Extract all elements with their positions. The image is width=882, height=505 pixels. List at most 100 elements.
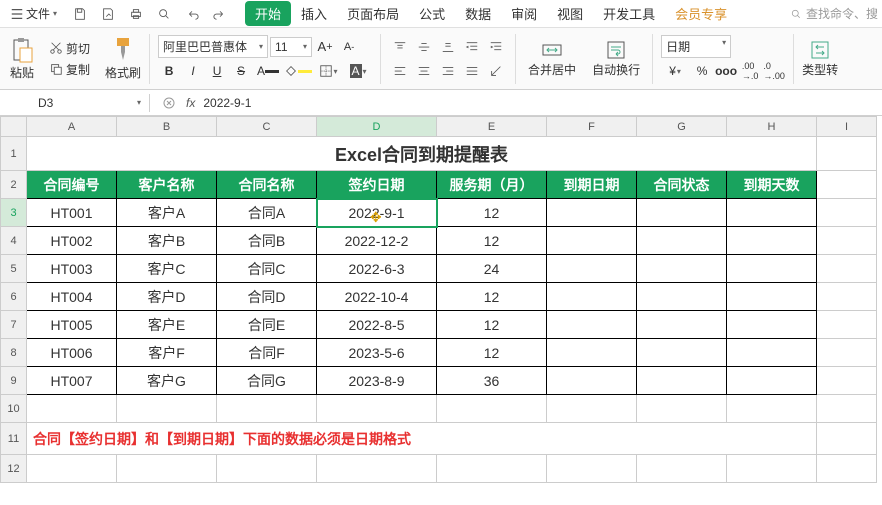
file-menu[interactable]: 文件 ▾ (4, 3, 63, 24)
search-input[interactable]: 查找命令、搜 (790, 5, 878, 22)
cell-D5[interactable]: 2022-6-3 (317, 255, 437, 283)
name-box[interactable]: D3▾ (30, 94, 150, 112)
currency-button[interactable]: ¥▾ (661, 60, 689, 82)
cell-E7[interactable]: 12 (437, 311, 547, 339)
decrease-font-icon[interactable]: A- (338, 36, 360, 58)
table-header-4[interactable]: 服务期（月） (437, 171, 547, 199)
tab-review[interactable]: 审阅 (501, 1, 547, 26)
cell-B4[interactable]: 客户B (117, 227, 217, 255)
row-header-5[interactable]: 5 (1, 255, 27, 283)
cell-H9[interactable] (727, 367, 817, 395)
fx-cancel-icon[interactable] (158, 92, 180, 114)
cell-E8[interactable]: 12 (437, 339, 547, 367)
format-painter-button[interactable]: 格式刷 (101, 34, 145, 83)
cell-E4[interactable]: 12 (437, 227, 547, 255)
tab-view[interactable]: 视图 (547, 1, 593, 26)
merge-center-button[interactable]: 合并居中 (524, 37, 580, 80)
cell-F6[interactable] (547, 283, 637, 311)
cell-D4[interactable]: 2022-12-2 (317, 227, 437, 255)
cell-G9[interactable] (637, 367, 727, 395)
copy-button[interactable]: 复制 (46, 60, 93, 79)
indent-decrease-icon[interactable] (461, 36, 483, 58)
cell-F8[interactable] (547, 339, 637, 367)
cell-C9[interactable]: 合同G (217, 367, 317, 395)
cell-B9[interactable]: 客户G (117, 367, 217, 395)
highlight-button[interactable]: A▾ (344, 60, 372, 82)
cell-A7[interactable]: HT005 (27, 311, 117, 339)
font-color-button[interactable]: A (254, 60, 282, 82)
cell-B6[interactable]: 客户D (117, 283, 217, 311)
cell-F5[interactable] (547, 255, 637, 283)
cell-A8[interactable]: HT006 (27, 339, 117, 367)
underline-button[interactable]: U (206, 60, 228, 82)
italic-button[interactable]: I (182, 60, 204, 82)
cell-H6[interactable] (727, 283, 817, 311)
type-convert-button[interactable]: 类型转 (798, 37, 842, 80)
align-top-icon[interactable] (389, 36, 411, 58)
cell-G3[interactable] (637, 199, 727, 227)
cell-C6[interactable]: 合同D (217, 283, 317, 311)
cell-H4[interactable] (727, 227, 817, 255)
cell-F7[interactable] (547, 311, 637, 339)
cell-D8[interactable]: 2023-5-6 (317, 339, 437, 367)
increase-font-icon[interactable]: A+ (314, 36, 336, 58)
cell-A9[interactable]: HT007 (27, 367, 117, 395)
row-header-8[interactable]: 8 (1, 339, 27, 367)
row-header-6[interactable]: 6 (1, 283, 27, 311)
row-header-3[interactable]: 3 (1, 199, 27, 227)
font-select[interactable]: 阿里巴巴普惠体▾ (158, 35, 268, 58)
paste-button[interactable]: 粘贴 (6, 34, 38, 83)
fx-icon[interactable]: fx (186, 96, 195, 110)
number-format-select[interactable]: 日期▾ (661, 35, 731, 58)
cell-D3[interactable]: 2022✥-9-1 (317, 199, 437, 227)
save-as-icon[interactable] (97, 3, 119, 25)
col-header-G[interactable]: G (637, 117, 727, 137)
row-header-10[interactable]: 10 (1, 395, 27, 423)
table-title[interactable]: Excel合同到期提醒表 (27, 137, 817, 171)
tab-formula[interactable]: 公式 (409, 1, 455, 26)
col-header-I[interactable]: I (817, 117, 877, 137)
tab-start[interactable]: 开始 (245, 1, 291, 26)
table-header-0[interactable]: 合同编号 (27, 171, 117, 199)
cell-H3[interactable] (727, 199, 817, 227)
align-left-icon[interactable] (389, 60, 411, 82)
align-bottom-icon[interactable] (437, 36, 459, 58)
row-header-1[interactable]: 1 (1, 137, 27, 171)
save-icon[interactable] (69, 3, 91, 25)
table-header-3[interactable]: 签约日期 (317, 171, 437, 199)
align-middle-icon[interactable] (413, 36, 435, 58)
tab-dev[interactable]: 开发工具 (593, 1, 665, 26)
col-header-A[interactable]: A (27, 117, 117, 137)
col-header-H[interactable]: H (727, 117, 817, 137)
cell-F9[interactable] (547, 367, 637, 395)
increase-decimal-button[interactable]: .00→.0 (739, 60, 761, 82)
cell-C5[interactable]: 合同C (217, 255, 317, 283)
redo-icon[interactable] (209, 3, 231, 25)
row-header-11[interactable]: 11 (1, 423, 27, 455)
cell-H5[interactable] (727, 255, 817, 283)
select-all-corner[interactable] (1, 117, 27, 137)
fill-color-button[interactable] (284, 60, 312, 82)
align-right-icon[interactable] (437, 60, 459, 82)
cell-A3[interactable]: HT001 (27, 199, 117, 227)
orientation-icon[interactable] (485, 60, 507, 82)
border-button[interactable]: ▾ (314, 60, 342, 82)
tab-layout[interactable]: 页面布局 (337, 1, 409, 26)
col-header-B[interactable]: B (117, 117, 217, 137)
row-header-9[interactable]: 9 (1, 367, 27, 395)
table-header-6[interactable]: 合同状态 (637, 171, 727, 199)
decrease-decimal-button[interactable]: .0→.00 (763, 60, 785, 82)
cell-G4[interactable] (637, 227, 727, 255)
strikethrough-button[interactable]: S (230, 60, 252, 82)
print-icon[interactable] (125, 3, 147, 25)
distribute-icon[interactable] (461, 60, 483, 82)
tab-insert[interactable]: 插入 (291, 1, 337, 26)
cell-E6[interactable]: 12 (437, 283, 547, 311)
cell-C3[interactable]: 合同A (217, 199, 317, 227)
table-header-7[interactable]: 到期天数 (727, 171, 817, 199)
cell-G8[interactable] (637, 339, 727, 367)
cell-G5[interactable] (637, 255, 727, 283)
table-header-1[interactable]: 客户名称 (117, 171, 217, 199)
cell-F3[interactable] (547, 199, 637, 227)
bold-button[interactable]: B (158, 60, 180, 82)
